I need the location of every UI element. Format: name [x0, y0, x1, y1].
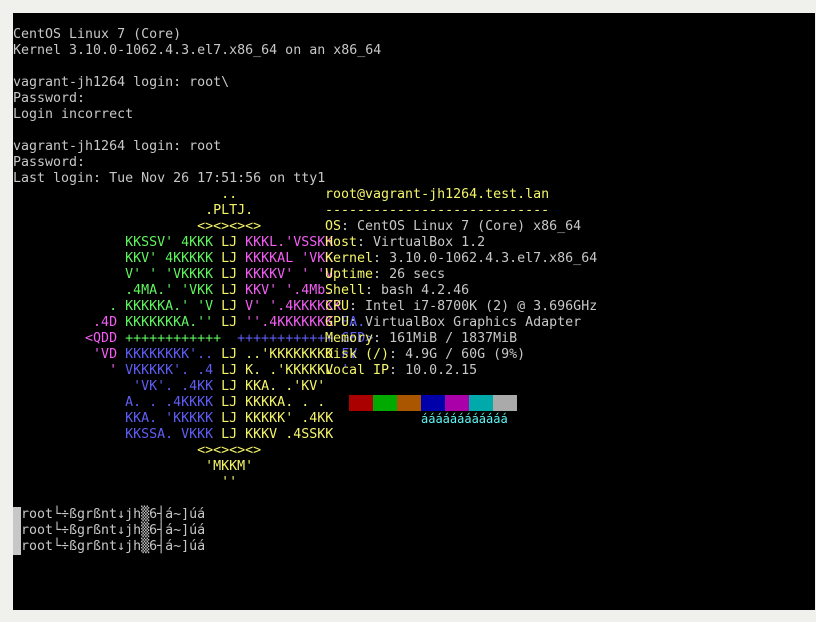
logo-line: 'VD KKKKKKKK'.. LJ ..'KKKKKKKK FV	[13, 347, 358, 362]
info-value: CentOS Linux 7 (Core) x86_64	[357, 219, 582, 234]
info-row: OS: CentOS Linux 7 (Core) x86_64	[325, 219, 582, 234]
password-prompt-1: Password:	[13, 91, 86, 106]
info-value: bash 4.2.46	[381, 283, 470, 298]
login-prompt-2: vagrant-jh1264 login: root	[13, 139, 222, 154]
logo-line: <><><><>	[13, 219, 262, 234]
logo-line: 'MKKM'	[13, 459, 254, 474]
palette-swatch	[325, 395, 349, 411]
palette-swatch	[397, 395, 421, 411]
terminal-console[interactable]: CentOS Linux 7 (Core) Kernel 3.10.0-1062…	[13, 13, 815, 610]
logo-line: 'VK'. .4KK LJ KKA. .'KV'	[13, 379, 326, 394]
info-row: Shell: bash 4.2.46	[325, 283, 470, 298]
info-row: CPU: Intel i7-8700K (2) @ 3.696GHz	[325, 299, 598, 314]
logo-line: KKSSA. VKKK LJ KKKV .4SSKK	[13, 427, 334, 442]
cursor-block	[13, 523, 21, 539]
info-row: Memory: 161MiB / 1837MiB	[325, 331, 518, 346]
info-row: GPU: VirtualBox Graphics Adapter	[325, 315, 582, 330]
info-header: root@vagrant-jh1264.test.lan	[325, 187, 550, 202]
kernel-banner: Kernel 3.10.0-1062.4.3.el7.x86_64 on an …	[13, 43, 382, 58]
logo-line: . KKKKKA.' 'V LJ V' '.4KKKKKK .	[13, 299, 358, 314]
info-value: 26 secs	[389, 267, 446, 282]
info-key: Shell	[325, 283, 366, 298]
info-value: VirtualBox 1.2	[373, 235, 486, 250]
last-login-line: Last login: Tue Nov 26 17:51:56 on tty1	[13, 171, 326, 186]
info-key: Local IP	[325, 363, 390, 378]
palette-swatch	[469, 395, 493, 411]
cursor-block	[13, 507, 21, 523]
cursor-block	[13, 539, 21, 555]
info-row: Kernel: 3.10.0-1062.4.3.el7.x86_64	[325, 251, 598, 266]
palette-glyphs: áááááááááááá	[421, 412, 508, 426]
logo-line: A. . .4KKKK LJ KKKKA. . .4	[13, 395, 334, 410]
logo-line: ..	[13, 187, 238, 202]
logo-line: ' VKKKKK'. .4 LJ K. .'KKKKKV '	[13, 363, 350, 378]
info-key: Uptime	[325, 267, 374, 282]
info-value: VirtualBox Graphics Adapter	[365, 315, 582, 330]
os-banner: CentOS Linux 7 (Core)	[13, 27, 182, 42]
info-key: Memory	[325, 331, 374, 346]
logo-line: .PLTJ.	[13, 203, 254, 218]
info-row: Host: VirtualBox 1.2	[325, 235, 486, 250]
info-key: Host	[325, 235, 358, 250]
garbled-prompt-1: root└÷ßgrßnt↓jh▒6┤á~]úá	[13, 507, 205, 523]
palette-swatch	[493, 395, 517, 411]
palette-swatch	[349, 395, 373, 411]
info-key: CPU	[325, 299, 350, 314]
info-row: Uptime: 26 secs	[325, 267, 446, 282]
info-value: 10.0.2.15	[405, 363, 478, 378]
info-value: 4.9G / 60G (9%)	[405, 347, 526, 362]
logo-line: ''	[13, 475, 238, 490]
info-row: Local IP: 10.0.2.15	[325, 363, 478, 378]
logo-line: KKV' 4KKKKK LJ KKKKAL 'VKK	[13, 251, 334, 266]
login-prompt-1: vagrant-jh1264 login: root\	[13, 75, 230, 90]
info-row: Disk (/): 4.9G / 60G (9%)	[325, 347, 526, 362]
palette-swatch	[421, 395, 445, 411]
login-incorrect-message: Login incorrect	[13, 107, 134, 122]
garbled-prompt-3: root└÷ßgrßnt↓jh▒6┤á~]úá	[13, 539, 205, 555]
logo-line: .4MA.' 'VKK LJ KKV' '.4Mb.	[13, 283, 334, 298]
logo-line: .4D KKKKKKKA.'' LJ ''.4KKKKKKK FA.	[13, 315, 366, 330]
logo-line: KKA. 'KKKKK LJ KKKKK' .4KK	[13, 411, 334, 426]
password-prompt-2: Password:	[13, 155, 86, 170]
logo-line: KKSSV' 4KKK LJ KKKL.'VSSKK	[13, 235, 334, 250]
info-key: OS	[325, 219, 342, 234]
color-palette	[325, 395, 517, 411]
info-value: 3.10.0-1062.4.3.el7.x86_64	[389, 251, 598, 266]
info-key: Disk (/)	[325, 347, 390, 362]
palette-swatch	[445, 395, 469, 411]
logo-line: <><><><>	[13, 443, 262, 458]
garbled-prompt-2: root└÷ßgrßnt↓jh▒6┤á~]úá	[13, 523, 205, 539]
info-value: 161MiB / 1837MiB	[389, 331, 518, 346]
info-separator: ----------------------------	[325, 203, 550, 218]
logo-line: <QDD ++++++++++++ ++++++++++++ GFD>	[13, 331, 374, 346]
info-key: Kernel	[325, 251, 374, 266]
logo-line: V' ' 'VKKKK LJ KKKKV' ' 'V	[13, 267, 334, 282]
info-value: Intel i7-8700K (2) @ 3.696GHz	[365, 299, 598, 314]
palette-swatch	[373, 395, 397, 411]
info-key: GPU	[325, 315, 350, 330]
